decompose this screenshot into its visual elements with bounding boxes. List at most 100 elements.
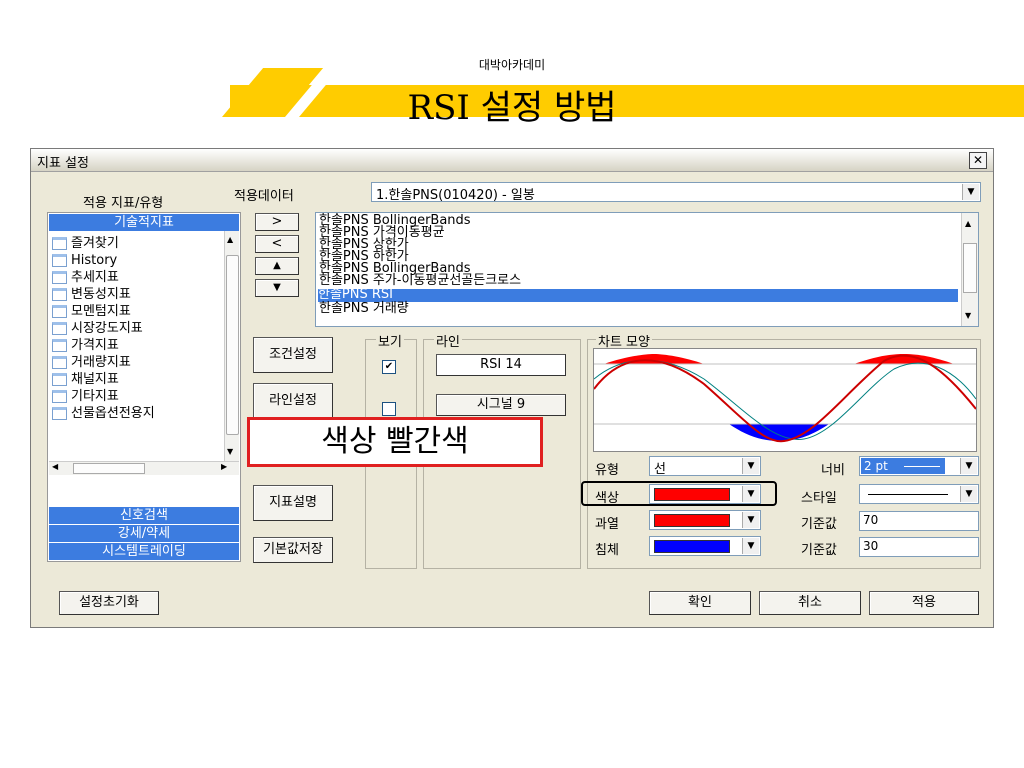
- move-up-button[interactable]: ▲: [255, 257, 299, 275]
- folder-icon: [52, 373, 67, 386]
- overbought-base-label: 기준값: [801, 517, 837, 532]
- scroll-down-icon[interactable]: ▼: [227, 447, 233, 456]
- folder-icon: [52, 322, 67, 335]
- scroll-up-icon[interactable]: ▲: [227, 235, 233, 244]
- chart-preview: [593, 348, 977, 452]
- type-label: 유형: [595, 463, 619, 478]
- dialog-titlebar: 지표 설정 ✕: [31, 149, 993, 172]
- scroll-up-icon[interactable]: ▲: [965, 219, 971, 228]
- line-item-signal[interactable]: 시그널 9: [436, 394, 566, 416]
- chevron-down-icon[interactable]: ▼: [742, 512, 759, 528]
- folder-icon: [52, 390, 67, 403]
- tree-item[interactable]: 즐겨찾기: [52, 235, 119, 252]
- folder-icon: [52, 305, 67, 318]
- width-label: 너비: [821, 463, 845, 478]
- color-swatch-blue: [654, 540, 730, 553]
- close-button[interactable]: ✕: [969, 152, 987, 169]
- color-highlight-ring: [581, 481, 777, 506]
- apply-target-label: 적용 지표/유형: [83, 196, 164, 211]
- tree-vertical-scrollbar[interactable]: ▲ ▼: [224, 231, 239, 461]
- category-signal-search[interactable]: 신호검색: [49, 507, 239, 524]
- scroll-left-icon[interactable]: ◀: [52, 462, 58, 471]
- folder-icon: [52, 356, 67, 369]
- cancel-button[interactable]: 취소: [759, 591, 861, 615]
- slide-title: RSI 설정 방법: [407, 88, 617, 128]
- move-down-button[interactable]: ▼: [255, 279, 299, 297]
- tree-item[interactable]: History: [52, 252, 117, 269]
- folder-icon: [52, 407, 67, 420]
- style-label: 스타일: [801, 491, 837, 506]
- slide-subtitle: 대박아카데미: [478, 58, 546, 72]
- rsi-preview-chart: [593, 354, 977, 443]
- style-preview-line: [868, 494, 948, 495]
- list-item-selected[interactable]: 한솔PNS RSI: [318, 288, 958, 302]
- indicator-description-button[interactable]: 지표설명: [253, 485, 333, 521]
- color-swatch-red: [654, 514, 730, 527]
- overbought-fill: [604, 354, 704, 364]
- folder-icon: [52, 339, 67, 352]
- reset-settings-button[interactable]: 설정초기화: [59, 591, 159, 615]
- view-group-title: 보기: [376, 331, 404, 350]
- chevron-down-icon[interactable]: ▼: [962, 184, 979, 200]
- save-default-button[interactable]: 기본값저장: [253, 537, 333, 563]
- indicator-settings-dialog: 지표 설정 ✕ 적용 지표/유형 적용데이터 1.한솔PNS(010420) -…: [30, 148, 994, 628]
- folder-icon: [52, 288, 67, 301]
- condition-setting-button[interactable]: 조건설정: [253, 337, 333, 373]
- list-item[interactable]: 한솔PNS 거래량: [319, 302, 409, 315]
- chevron-down-icon[interactable]: ▼: [960, 458, 977, 474]
- indicator-category-panel: 기술적지표 즐겨찾기 History 추세지표 변동성지표 모멘텀지표 시장강도…: [47, 212, 241, 562]
- ok-button[interactable]: 확인: [649, 591, 751, 615]
- overbought-color-select[interactable]: ▼: [649, 510, 761, 530]
- tree-item[interactable]: 모멘텀지표: [52, 303, 131, 320]
- line-preview: [904, 466, 940, 467]
- list-scroll-thumb[interactable]: [963, 243, 977, 293]
- width-select[interactable]: 2 pt ▼: [859, 456, 979, 476]
- rsi-visible-checkbox[interactable]: ✔: [382, 360, 396, 374]
- signal-visible-checkbox[interactable]: [382, 402, 396, 416]
- annotation-callout: 색상 빨간색: [247, 417, 543, 467]
- tree-item[interactable]: 가격지표: [52, 337, 119, 354]
- category-strong-weak[interactable]: 강세/약세: [49, 525, 239, 542]
- apply-data-value: 1.한솔PNS(010420) - 일봉: [376, 188, 535, 203]
- chevron-down-icon[interactable]: ▼: [742, 458, 759, 474]
- tree-item[interactable]: 변동성지표: [52, 286, 131, 303]
- dialog-title: 지표 설정: [37, 156, 89, 171]
- apply-data-select[interactable]: 1.한솔PNS(010420) - 일봉 ▼: [371, 182, 981, 203]
- tree-item[interactable]: 기타지표: [52, 388, 119, 405]
- add-indicator-button[interactable]: >: [255, 213, 299, 231]
- oversold-color-select[interactable]: ▼: [649, 536, 761, 556]
- apply-data-label: 적용데이터: [234, 189, 294, 204]
- list-scrollbar[interactable]: ▲ ▼: [961, 213, 978, 326]
- folder-icon: [52, 237, 67, 250]
- type-select[interactable]: 선 ▼: [649, 456, 761, 477]
- category-technical[interactable]: 기술적지표: [49, 214, 239, 231]
- oversold-label: 침체: [595, 543, 619, 558]
- tree-item[interactable]: 거래량지표: [52, 354, 131, 371]
- oversold-base-input[interactable]: 30: [859, 537, 979, 557]
- remove-indicator-button[interactable]: <: [255, 235, 299, 253]
- oversold-base-label: 기준값: [801, 543, 837, 558]
- folder-icon: [52, 254, 67, 267]
- overbought-base-input[interactable]: 70: [859, 511, 979, 531]
- line-group-title: 라인: [434, 331, 462, 350]
- tree-item[interactable]: 선물옵션전용지: [52, 405, 155, 422]
- tree-horizontal-scrollbar[interactable]: ◀ ▶: [49, 461, 239, 475]
- scroll-down-icon[interactable]: ▼: [965, 311, 971, 320]
- line-setting-button[interactable]: 라인설정: [253, 383, 333, 419]
- chevron-down-icon[interactable]: ▼: [960, 486, 977, 502]
- tree-scroll-thumb[interactable]: [226, 255, 239, 435]
- list-item[interactable]: 한솔PNS 주가-이동평균선골든크로스: [319, 274, 521, 287]
- horizontal-scroll-thumb[interactable]: [73, 463, 145, 474]
- chevron-down-icon[interactable]: ▼: [742, 538, 759, 554]
- style-select[interactable]: ▼: [859, 484, 979, 504]
- tree-item[interactable]: 채널지표: [52, 371, 119, 388]
- tree-item[interactable]: 시장강도지표: [52, 320, 143, 337]
- applied-indicator-list: 한솔PNS BollingerBands 한솔PNS 가격이동평균 한솔PNS …: [315, 212, 979, 327]
- folder-icon: [52, 271, 67, 284]
- scroll-right-icon[interactable]: ▶: [221, 462, 227, 471]
- overbought-label: 과열: [595, 517, 619, 532]
- line-item-rsi[interactable]: RSI 14: [436, 354, 566, 376]
- apply-button[interactable]: 적용: [869, 591, 979, 615]
- tree-item[interactable]: 추세지표: [52, 269, 119, 286]
- category-system-trading[interactable]: 시스템트레이딩: [49, 543, 239, 560]
